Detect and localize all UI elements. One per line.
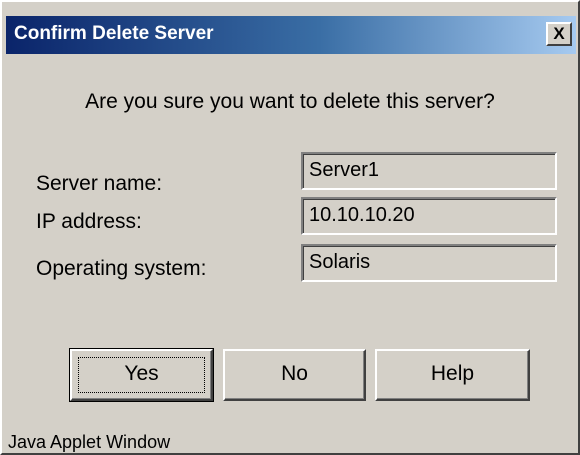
confirm-delete-dialog: Confirm Delete Server X Are you sure you…	[0, 0, 580, 455]
no-button[interactable]: No	[223, 349, 366, 401]
yes-button[interactable]: Yes	[69, 348, 214, 402]
operating-system-label: Operating system:	[36, 257, 207, 280]
operating-system-field: Solaris	[301, 244, 557, 282]
help-button-label: Help	[430, 362, 475, 385]
ip-address-field: 10.10.10.20	[301, 197, 557, 235]
applet-status-label: Java Applet Window	[8, 432, 171, 452]
server-name-label: Server name:	[36, 172, 163, 195]
no-button-label: No	[281, 362, 308, 385]
close-icon[interactable]: X	[546, 22, 572, 46]
server-name-field: Server1	[301, 152, 557, 190]
confirmation-question: Are you sure you want to delete this ser…	[85, 90, 495, 113]
yes-button-label: Yes	[124, 362, 159, 385]
title-bar[interactable]: Confirm Delete Server X	[6, 16, 576, 54]
help-button[interactable]: Help	[375, 349, 530, 401]
dialog-title: Confirm Delete Server	[14, 23, 214, 44]
ip-address-label: IP address:	[36, 210, 142, 233]
